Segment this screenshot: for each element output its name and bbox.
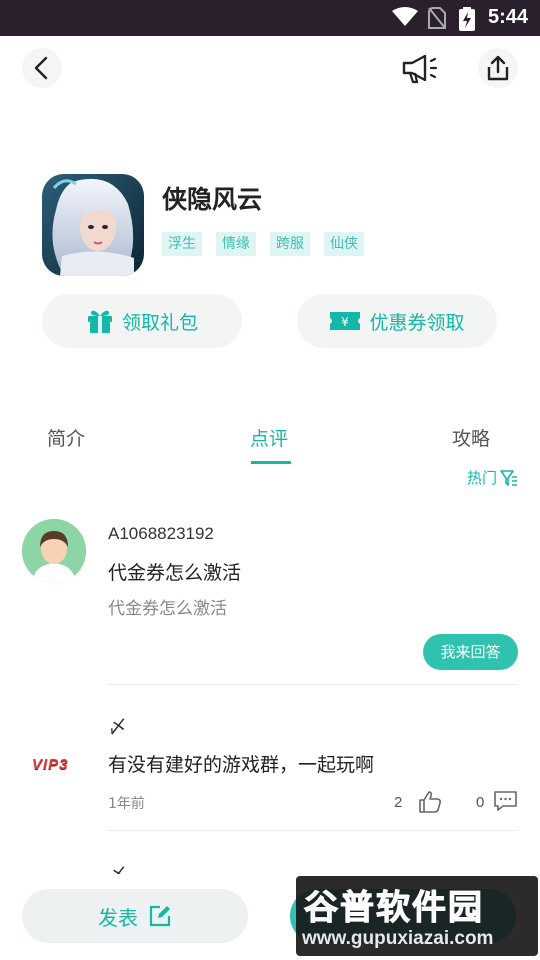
announcement-button[interactable]	[400, 48, 440, 88]
active-tab-indicator	[251, 461, 291, 464]
post-username[interactable]: 〆	[108, 860, 127, 874]
watermark: 谷普软件园 www.gupuxiazai.com	[296, 876, 538, 956]
battery-charging-icon	[459, 7, 475, 31]
tag-list: 浮生 情缘 跨服 仙侠	[162, 232, 364, 256]
claim-coupon-label: 优惠券领取	[369, 311, 465, 334]
answer-button[interactable]: 我来回答	[423, 634, 518, 670]
tag[interactable]: 情缘	[216, 232, 256, 256]
divider	[108, 684, 518, 685]
edit-icon	[149, 905, 171, 927]
like-icon[interactable]	[418, 790, 442, 814]
tag[interactable]: 跨服	[270, 232, 310, 256]
coupon-icon: ¥	[330, 312, 361, 330]
back-arrow-icon	[34, 56, 48, 80]
status-bar: 5:44	[0, 0, 540, 36]
tag[interactable]: 仙侠	[324, 232, 364, 256]
game-icon	[42, 174, 144, 276]
share-button[interactable]	[478, 48, 518, 88]
divider	[108, 830, 518, 831]
watermark-url: www.gupuxiazai.com	[302, 928, 494, 949]
no-sim-icon	[428, 7, 446, 29]
comment-icon[interactable]	[493, 790, 518, 812]
post-timestamp: 1年前	[108, 796, 145, 812]
status-time: 5:44	[487, 6, 528, 28]
tab-guides[interactable]: 攻略	[452, 424, 490, 451]
tab-intro[interactable]: 简介	[47, 424, 85, 451]
share-icon	[487, 55, 509, 81]
claim-gift-button[interactable]: 领取礼包	[42, 294, 242, 348]
svg-text:¥: ¥	[342, 315, 350, 329]
vip-badge: VIP3	[32, 756, 69, 773]
avatar[interactable]	[22, 519, 86, 583]
publish-label: 发表	[98, 905, 138, 930]
tag[interactable]: 浮生	[162, 232, 202, 256]
question-username[interactable]: A1068823192	[108, 524, 214, 544]
gift-icon	[87, 310, 112, 333]
sort-filter[interactable]: 热门	[467, 467, 518, 488]
comment-count: 0	[476, 794, 485, 811]
watermark-title: 谷普软件园	[304, 888, 484, 929]
claim-gift-label: 领取礼包	[121, 311, 198, 334]
post-username[interactable]: 〆	[108, 712, 127, 739]
like-count: 2	[394, 794, 403, 811]
back-button[interactable]	[22, 48, 62, 88]
filter-icon	[500, 469, 517, 486]
post-title[interactable]: 有没有建好的游戏群，一起玩啊	[108, 750, 374, 777]
question-body: 代金券怎么激活	[108, 599, 227, 619]
wifi-icon	[392, 7, 418, 26]
game-title: 侠隐风云	[162, 185, 263, 214]
publish-button[interactable]: 发表	[22, 889, 248, 943]
claim-coupon-button[interactable]: ¥ 优惠券领取	[297, 294, 497, 348]
question-title[interactable]: 代金券怎么激活	[108, 558, 241, 585]
megaphone-icon	[402, 54, 438, 84]
sort-label: 热门	[466, 469, 497, 487]
tab-reviews[interactable]: 点评	[250, 424, 288, 451]
